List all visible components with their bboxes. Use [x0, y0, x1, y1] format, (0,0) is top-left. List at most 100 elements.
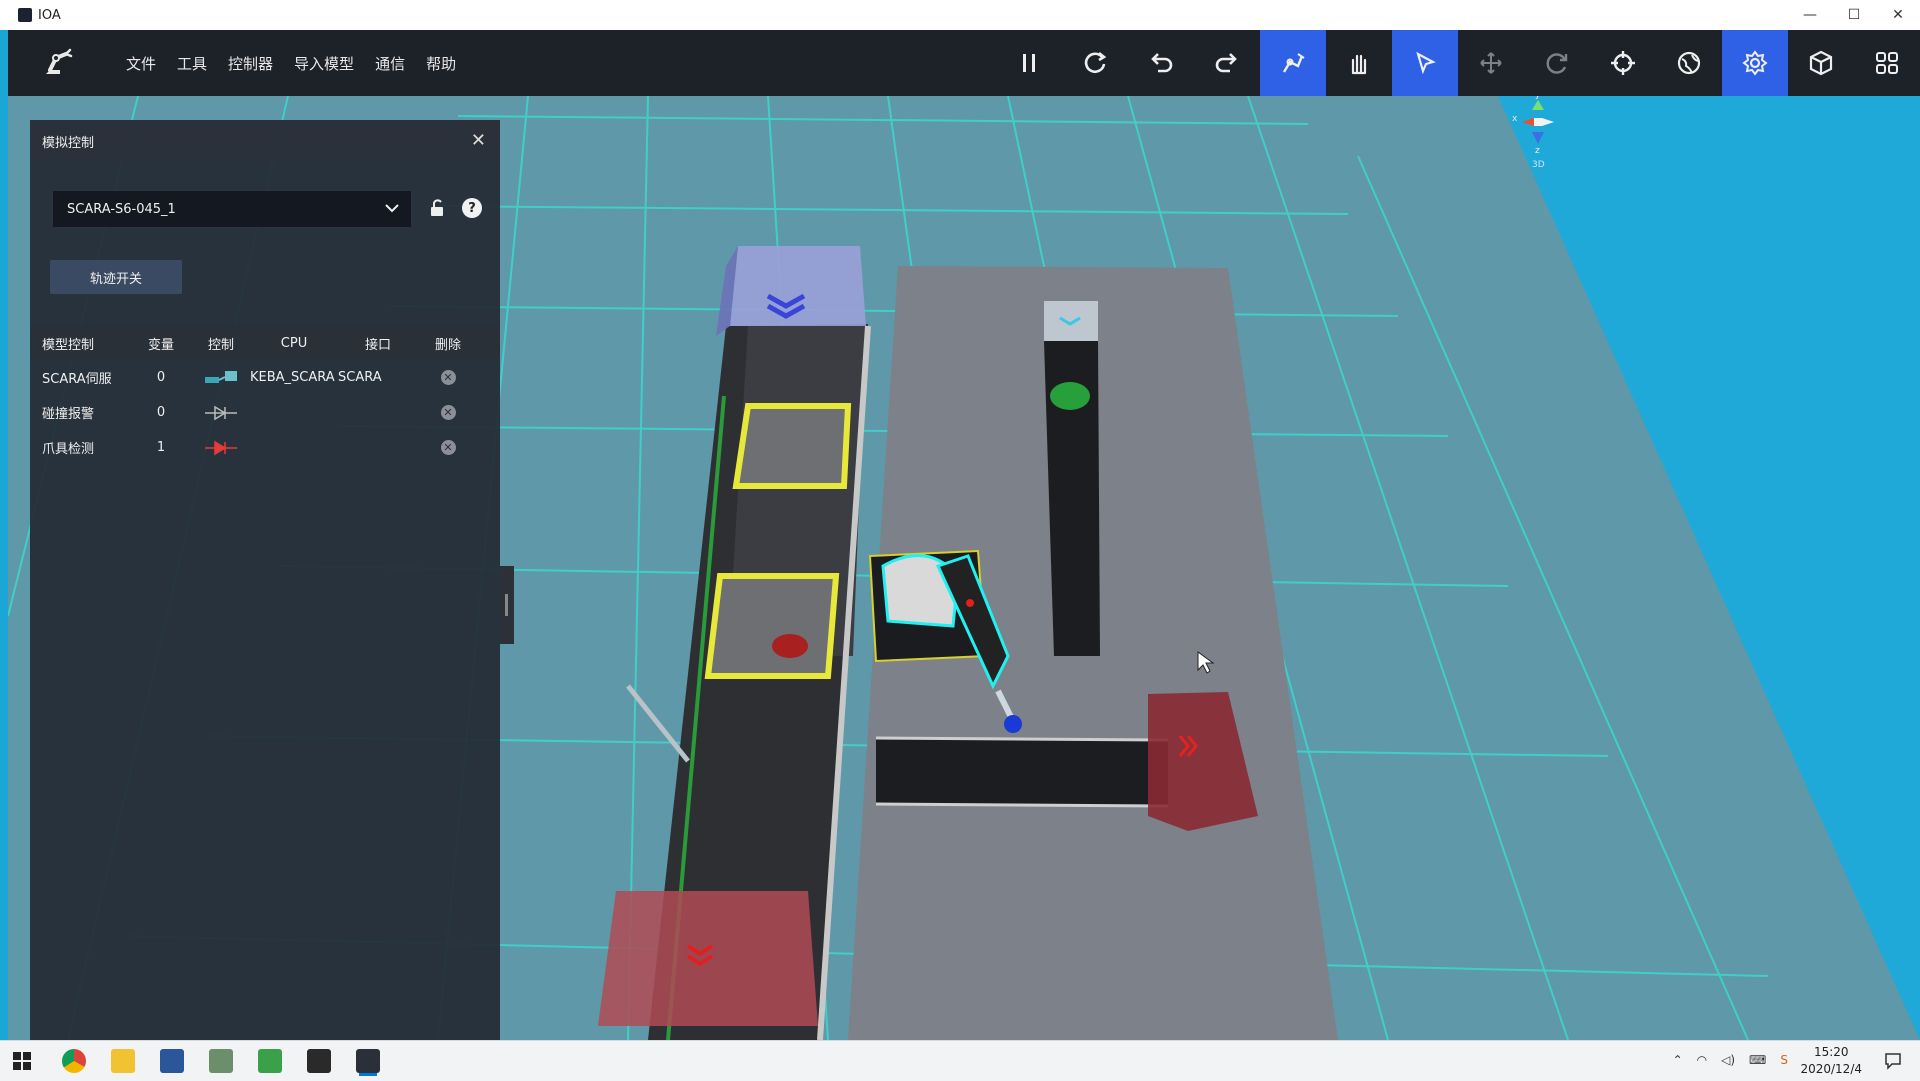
recorder-app-icon[interactable]: [307, 1049, 331, 1073]
drag-hand-icon: [1351, 54, 1367, 75]
rotate-icon: [1546, 53, 1568, 74]
refresh-button[interactable]: [1062, 30, 1128, 96]
table-row[interactable]: SCARA伺服 0 KEBA_SCARA SCARA ✕: [30, 360, 500, 395]
app-logo-icon: [18, 8, 32, 22]
menu-help[interactable]: 帮助: [426, 53, 456, 74]
header-model-control: 模型控制: [42, 337, 95, 353]
volume-icon[interactable]: ◁): [1721, 1053, 1735, 1067]
axis-view-label: 3D: [1532, 160, 1545, 170]
row-interface: SCARA: [338, 370, 382, 385]
network-icon[interactable]: ◠: [1697, 1053, 1707, 1067]
collision-switch-icon[interactable]: [192, 404, 250, 422]
simulation-control-panel: 模拟控制 ✕ SCARA-S6-045_1 ? 轨迹开关 模型控制 变量 控制 …: [30, 120, 500, 1040]
menu-import-model[interactable]: 导入模型: [294, 53, 354, 74]
clock-time: 15:20: [1813, 1045, 1849, 1059]
row-name: 爪具检测: [42, 442, 95, 457]
clock-date: 2020/12/4: [1800, 1062, 1862, 1076]
title-bar: IOA — ☐ ✕: [0, 0, 1920, 30]
windows-taskbar: ⌃ ◠ ◁) ⌨ S 15:20 2020/12/4: [0, 1040, 1920, 1081]
help-icon[interactable]: ?: [462, 198, 482, 218]
row-name: 碰撞报警: [42, 407, 95, 422]
panel-title: 模拟控制: [42, 135, 95, 151]
model-control-table: 模型控制 变量 控制 CPU 接口 删除 SCARA伺服 0 KEBA_SCAR…: [30, 326, 500, 465]
redo-button[interactable]: [1194, 30, 1260, 96]
move-button[interactable]: [1458, 30, 1524, 96]
settings-icon: [1742, 50, 1768, 76]
close-window-button[interactable]: ✕: [1876, 0, 1920, 30]
lock-icon[interactable]: [428, 198, 446, 218]
globe-icon: [1677, 51, 1701, 75]
header-variable: 变量: [147, 337, 174, 353]
delete-icon[interactable]: ✕: [440, 405, 456, 420]
header-cpu: CPU: [280, 335, 308, 351]
servo-control-icon[interactable]: [192, 369, 250, 387]
undo-icon: [1151, 53, 1173, 73]
axis-y-label: y: [1535, 96, 1540, 100]
maximize-button[interactable]: ☐: [1832, 0, 1876, 30]
robot-arm-button[interactable]: [1260, 30, 1326, 96]
menu-communication[interactable]: 通信: [375, 53, 405, 74]
gripper-switch-icon[interactable]: [192, 439, 250, 457]
robot-arm-icon: [1282, 53, 1305, 73]
green-app-icon[interactable]: [258, 1049, 282, 1073]
ioa-app-icon[interactable]: [356, 1049, 380, 1073]
table-row[interactable]: 爪具检测 1 ✕: [30, 430, 500, 465]
taskbar-clock[interactable]: 15:20 2020/12/4: [1800, 1044, 1862, 1078]
robot-select[interactable]: SCARA-S6-045_1: [52, 190, 412, 228]
pause-button[interactable]: [996, 30, 1062, 96]
minimize-button[interactable]: —: [1788, 0, 1832, 30]
header-control: 控制: [207, 337, 234, 353]
sogou-icon[interactable]: S: [1780, 1053, 1788, 1067]
panel-header: 模拟控制 ✕: [30, 120, 500, 162]
notification-icon[interactable]: [1884, 1052, 1902, 1070]
panel-resize-handle[interactable]: [500, 566, 514, 644]
word-icon[interactable]: [160, 1049, 184, 1073]
window-title: IOA: [38, 7, 61, 23]
crosshair-button[interactable]: [1590, 30, 1656, 96]
cube-button[interactable]: [1788, 30, 1854, 96]
trace-toggle-button[interactable]: 轨迹开关: [50, 260, 182, 294]
grid-button[interactable]: [1854, 30, 1920, 96]
chevron-down-icon: [385, 204, 399, 213]
table-row[interactable]: 碰撞报警 0 ✕: [30, 395, 500, 430]
globe-button[interactable]: [1656, 30, 1722, 96]
delete-icon[interactable]: ✕: [440, 440, 456, 455]
robot-logo-icon[interactable]: [40, 44, 76, 80]
row-value: 0: [156, 370, 166, 385]
spreadsheet-app-icon[interactable]: [209, 1049, 233, 1073]
redo-icon: [1215, 53, 1237, 73]
cursor-icon: [1416, 51, 1436, 75]
select-cursor-button[interactable]: [1392, 30, 1458, 96]
undo-button[interactable]: [1128, 30, 1194, 96]
axis-x-label: x: [1512, 114, 1518, 124]
crosshair-icon: [1611, 51, 1635, 75]
axis-z-label: z: [1535, 146, 1540, 156]
pause-icon: [1023, 54, 1035, 72]
system-tray: ⌃ ◠ ◁) ⌨ S: [1673, 1053, 1788, 1067]
windows-start-icon[interactable]: [13, 1052, 31, 1070]
input-method-icon[interactable]: ⌨: [1749, 1053, 1766, 1067]
row-cpu: KEBA_SCARA: [250, 370, 335, 385]
row-value: 0: [156, 405, 166, 420]
axis-gizmo[interactable]: x y z 3D: [1508, 96, 1568, 178]
table-header: 模型控制 变量 控制 CPU 接口 删除: [30, 326, 500, 360]
menu-controller[interactable]: 控制器: [228, 53, 273, 74]
grid-icon: [1876, 52, 1898, 74]
robot-select-value: SCARA-S6-045_1: [67, 201, 176, 217]
row-value: 1: [156, 440, 166, 455]
menu-tools[interactable]: 工具: [177, 53, 207, 74]
chevron-up-icon[interactable]: ⌃: [1673, 1053, 1683, 1067]
delete-icon[interactable]: ✕: [440, 370, 456, 385]
rotate-button[interactable]: [1524, 30, 1590, 96]
chrome-icon[interactable]: [62, 1049, 86, 1073]
refresh-icon: [1084, 51, 1107, 74]
settings-button[interactable]: [1722, 30, 1788, 96]
menu-file[interactable]: 文件: [126, 53, 156, 74]
drag-hand-button[interactable]: [1326, 30, 1392, 96]
header-delete: 删除: [434, 337, 461, 353]
cube-icon: [1809, 50, 1833, 76]
header-interface: 接口: [364, 337, 391, 353]
panel-close-icon[interactable]: ✕: [471, 130, 486, 151]
move-icon: [1480, 52, 1502, 74]
file-explorer-icon[interactable]: [111, 1049, 135, 1073]
